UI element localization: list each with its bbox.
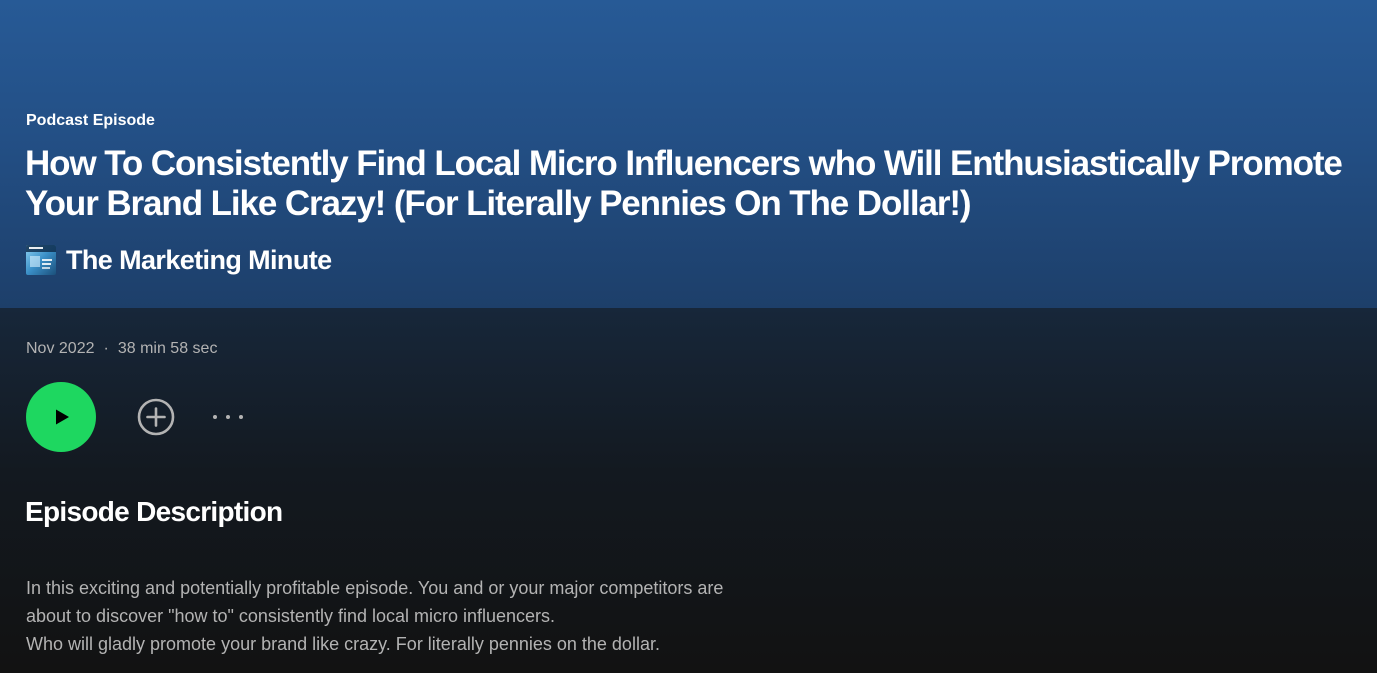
ellipsis-icon <box>213 415 243 419</box>
description-line: about to discover "how to" consistently … <box>26 606 556 626</box>
plus-circle-icon <box>137 398 175 436</box>
play-button[interactable] <box>26 382 96 452</box>
description-line: In this exciting and potentially profita… <box>26 578 724 598</box>
episode-duration: 38 min 58 sec <box>117 340 218 357</box>
description-line: Who will gladly promote your brand like … <box>26 634 660 654</box>
more-options-button[interactable] <box>206 406 246 428</box>
episode-page: Podcast Episode How To Consistently Find… <box>0 0 1377 673</box>
episode-title: How To Consistently Find Local Micro Inf… <box>25 144 1343 223</box>
episode-description-heading: Episode Description <box>25 496 283 527</box>
meta-separator: · <box>103 340 109 357</box>
show-link[interactable]: The Marketing Minute <box>26 244 332 276</box>
play-icon <box>56 409 69 425</box>
episode-header: Podcast Episode How To Consistently Find… <box>0 0 1377 308</box>
episode-type-label: Podcast Episode <box>26 112 155 129</box>
show-name[interactable]: The Marketing Minute <box>66 245 332 276</box>
add-to-library-button[interactable] <box>137 398 175 436</box>
show-cover-art <box>26 245 56 275</box>
release-date: Nov 2022 <box>26 340 95 357</box>
episode-meta: Nov 2022 · 38 min 58 sec <box>26 340 217 358</box>
episode-description: In this exciting and potentially profita… <box>26 574 926 658</box>
